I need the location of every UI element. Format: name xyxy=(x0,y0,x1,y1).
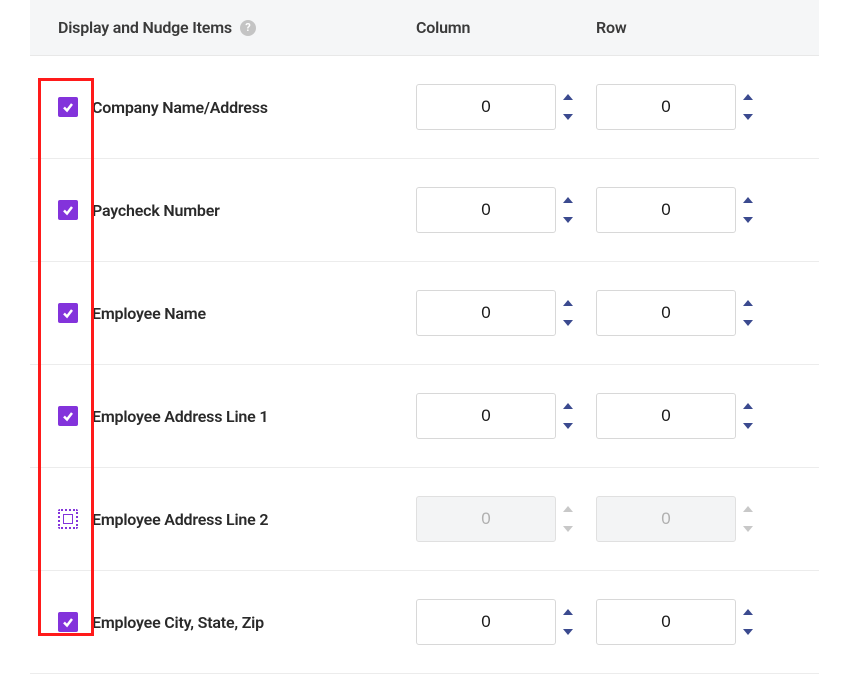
column-input-1[interactable] xyxy=(416,187,556,233)
item-label-2: Employee Name xyxy=(92,304,206,323)
row-down-button-5[interactable] xyxy=(742,627,754,637)
row-spinner-2 xyxy=(742,298,754,328)
column-cell-4 xyxy=(416,496,596,542)
column-cell-1 xyxy=(416,187,596,233)
column-down-button-1[interactable] xyxy=(562,215,574,225)
row-input-5[interactable] xyxy=(596,599,736,645)
column-input-5[interactable] xyxy=(416,599,556,645)
item-label-5: Employee City, State, Zip xyxy=(92,613,264,632)
column-spinner-0 xyxy=(562,92,574,122)
row-up-button-3[interactable] xyxy=(742,401,754,411)
row-down-button-3[interactable] xyxy=(742,421,754,431)
header-column-label: Column xyxy=(416,18,596,37)
item-cell-5: Employee City, State, Zip xyxy=(58,612,416,632)
column-up-button-1[interactable] xyxy=(562,195,574,205)
row-spinner-5 xyxy=(742,607,754,637)
checkbox-2[interactable] xyxy=(58,303,78,323)
row-up-button-4 xyxy=(742,504,754,514)
column-up-button-4 xyxy=(562,504,574,514)
column-cell-0 xyxy=(416,84,596,130)
column-down-button-2[interactable] xyxy=(562,318,574,328)
column-input-4 xyxy=(416,496,556,542)
row-cell-2 xyxy=(596,290,796,336)
column-spinner-5 xyxy=(562,607,574,637)
nudge-items-table: Display and Nudge Items ? Column Row Com… xyxy=(0,0,849,674)
item-cell-4: Employee Address Line 2 xyxy=(58,509,416,529)
checkbox-3[interactable] xyxy=(58,406,78,426)
table-row: Employee Name xyxy=(30,262,819,365)
column-input-2[interactable] xyxy=(416,290,556,336)
row-input-4 xyxy=(596,496,736,542)
column-cell-2 xyxy=(416,290,596,336)
checkbox-5[interactable] xyxy=(58,612,78,632)
item-label-1: Paycheck Number xyxy=(92,201,220,220)
header-row-label: Row xyxy=(596,18,796,37)
header-label-text: Display and Nudge Items xyxy=(58,18,232,37)
checkbox-1[interactable] xyxy=(58,200,78,220)
item-cell-1: Paycheck Number xyxy=(58,200,416,220)
table-row: Employee Address Line 1 xyxy=(30,365,819,468)
checkbox-4[interactable] xyxy=(58,509,78,529)
table-row: Employee City, State, Zip xyxy=(30,571,819,674)
row-cell-4 xyxy=(596,496,796,542)
item-label-3: Employee Address Line 1 xyxy=(92,407,268,426)
help-icon[interactable]: ? xyxy=(240,20,256,36)
column-spinner-1 xyxy=(562,195,574,225)
column-input-3[interactable] xyxy=(416,393,556,439)
item-cell-0: Company Name/Address xyxy=(58,97,416,117)
table-row: Employee Address Line 2 xyxy=(30,468,819,571)
checkbox-0[interactable] xyxy=(58,97,78,117)
column-down-button-3[interactable] xyxy=(562,421,574,431)
table-row: Paycheck Number xyxy=(30,159,819,262)
column-spinner-2 xyxy=(562,298,574,328)
row-up-button-0[interactable] xyxy=(742,92,754,102)
item-cell-3: Employee Address Line 1 xyxy=(58,406,416,426)
row-spinner-3 xyxy=(742,401,754,431)
row-cell-3 xyxy=(596,393,796,439)
column-down-button-4 xyxy=(562,524,574,534)
column-up-button-3[interactable] xyxy=(562,401,574,411)
column-input-0[interactable] xyxy=(416,84,556,130)
item-cell-2: Employee Name xyxy=(58,303,416,323)
row-spinner-1 xyxy=(742,195,754,225)
row-spinner-0 xyxy=(742,92,754,122)
header-display-label: Display and Nudge Items ? xyxy=(58,18,416,37)
row-down-button-2[interactable] xyxy=(742,318,754,328)
row-cell-5 xyxy=(596,599,796,645)
row-input-2[interactable] xyxy=(596,290,736,336)
row-up-button-2[interactable] xyxy=(742,298,754,308)
column-up-button-0[interactable] xyxy=(562,92,574,102)
row-input-3[interactable] xyxy=(596,393,736,439)
column-up-button-2[interactable] xyxy=(562,298,574,308)
row-down-button-0[interactable] xyxy=(742,112,754,122)
row-input-0[interactable] xyxy=(596,84,736,130)
row-down-button-1[interactable] xyxy=(742,215,754,225)
table-row: Company Name/Address xyxy=(30,56,819,159)
column-spinner-3 xyxy=(562,401,574,431)
column-up-button-5[interactable] xyxy=(562,607,574,617)
row-input-1[interactable] xyxy=(596,187,736,233)
column-down-button-5[interactable] xyxy=(562,627,574,637)
column-cell-5 xyxy=(416,599,596,645)
item-label-4: Employee Address Line 2 xyxy=(92,510,268,529)
row-cell-0 xyxy=(596,84,796,130)
table-header: Display and Nudge Items ? Column Row xyxy=(30,0,819,56)
row-down-button-4 xyxy=(742,524,754,534)
row-up-button-1[interactable] xyxy=(742,195,754,205)
row-cell-1 xyxy=(596,187,796,233)
row-up-button-5[interactable] xyxy=(742,607,754,617)
column-cell-3 xyxy=(416,393,596,439)
column-down-button-0[interactable] xyxy=(562,112,574,122)
column-spinner-4 xyxy=(562,504,574,534)
item-label-0: Company Name/Address xyxy=(92,98,268,117)
row-spinner-4 xyxy=(742,504,754,534)
